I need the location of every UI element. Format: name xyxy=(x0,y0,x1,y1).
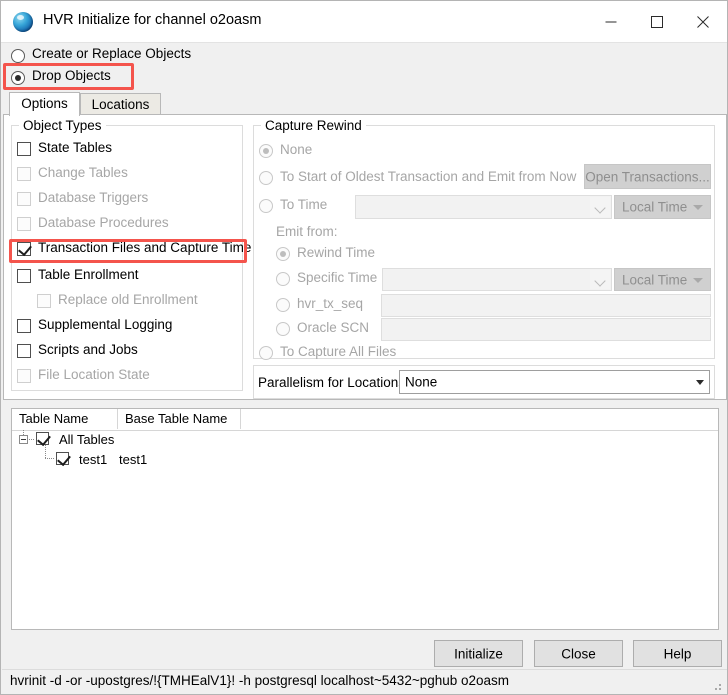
label-rewind-to-time: To Time xyxy=(280,197,328,212)
radio-emit-hvr-tx-seq xyxy=(276,298,290,312)
close-window-button[interactable] xyxy=(680,1,726,42)
emit-from-label: Emit from: xyxy=(276,224,338,239)
radio-drop-objects-label: Drop Objects xyxy=(32,68,111,83)
oracle-scn-input xyxy=(381,318,711,341)
initialize-button-label: Initialize xyxy=(454,646,503,661)
tab-options[interactable]: Options xyxy=(9,92,80,116)
label-file-location-state: File Location State xyxy=(38,367,150,382)
minimize-button[interactable] xyxy=(588,1,634,42)
radio-to-capture-all-files xyxy=(259,346,273,360)
checkbox-all-tables[interactable] xyxy=(36,432,49,445)
specific-time-chevron-down-icon xyxy=(590,270,610,289)
radio-emit-specific-time xyxy=(276,272,290,286)
label-rewind-none: None xyxy=(280,142,313,157)
to-time-timezone-chevron-down-icon xyxy=(693,205,703,210)
capture-rewind-group-title: Capture Rewind xyxy=(261,118,366,133)
open-transactions-button-label: Open Transactions... xyxy=(585,169,710,184)
checkbox-transaction-files-and-capture-time[interactable] xyxy=(17,242,31,256)
status-command-text: hvrinit -d -or -upostgres/!{TMHEalV1}! -… xyxy=(10,673,510,688)
radio-rewind-oldest-transaction xyxy=(259,171,273,185)
label-emit-specific-time: Specific Time xyxy=(297,270,378,285)
hvr-initialize-window: HVR Initialize for channel o2oasm Create… xyxy=(0,0,728,695)
checkbox-file-location-state xyxy=(17,369,31,383)
checkbox-database-procedures xyxy=(17,217,31,231)
label-rewind-oldest-transaction: To Start of Oldest Transaction and Emit … xyxy=(280,169,577,184)
tab-strip: Options Locations xyxy=(3,92,727,116)
label-database-procedures: Database Procedures xyxy=(38,215,169,230)
radio-drop-objects[interactable] xyxy=(11,71,25,85)
cell-table-name-all-tables: All Tables xyxy=(59,432,115,447)
checkbox-table-enrollment[interactable] xyxy=(17,269,31,283)
checkbox-database-triggers xyxy=(17,192,31,206)
object-types-group-title: Object Types xyxy=(19,118,106,133)
title-bar: HVR Initialize for channel o2oasm xyxy=(1,1,727,43)
parallelism-select[interactable]: None xyxy=(399,370,710,394)
help-button-label: Help xyxy=(663,646,692,661)
help-button[interactable]: Help xyxy=(633,640,722,667)
label-table-enrollment: Table Enrollment xyxy=(38,267,139,282)
window-title: HVR Initialize for channel o2oasm xyxy=(43,12,262,28)
parallelism-value: None xyxy=(405,374,438,390)
hvr-sphere-icon xyxy=(13,12,33,32)
radio-rewind-none xyxy=(259,144,273,158)
label-replace-old-enrollment: Replace old Enrollment xyxy=(58,292,198,307)
label-to-capture-all-files: To Capture All Files xyxy=(280,344,397,359)
label-change-tables: Change Tables xyxy=(38,165,128,180)
status-bar: hvrinit -d -or -upostgres/!{TMHEalV1}! -… xyxy=(2,669,727,694)
table-list[interactable]: Table Name Base Table Name All Tables te… xyxy=(11,408,719,630)
radio-emit-rewind-time xyxy=(276,247,290,261)
tab-locations[interactable]: Locations xyxy=(80,93,161,115)
radio-create-or-replace[interactable] xyxy=(11,49,25,63)
resize-grip-icon[interactable] xyxy=(711,680,722,691)
checkbox-state-tables[interactable] xyxy=(17,142,31,156)
label-supplemental-logging: Supplemental Logging xyxy=(38,317,173,332)
radio-emit-oracle-scn xyxy=(276,322,290,336)
hvr-tx-seq-input xyxy=(381,294,711,317)
label-state-tables: State Tables xyxy=(38,140,113,155)
maximize-button[interactable] xyxy=(634,1,680,42)
label-transaction-files-and-capture-time: Transaction Files and Capture Time xyxy=(38,240,252,255)
specific-time-timezone-chevron-down-icon xyxy=(693,277,703,283)
table-list-header: Table Name Base Table Name xyxy=(12,409,718,431)
specific-time-timezone-select: Local Time xyxy=(614,268,711,291)
specific-time-input xyxy=(382,268,612,291)
column-header-base-table-name[interactable]: Base Table Name xyxy=(118,409,241,429)
to-time-chevron-down-icon xyxy=(590,197,610,217)
parallelism-label: Parallelism for Locations xyxy=(258,375,406,390)
open-transactions-button: Open Transactions... xyxy=(584,164,711,189)
checkbox-supplemental-logging[interactable] xyxy=(17,319,31,333)
close-button[interactable]: Close xyxy=(534,640,623,667)
specific-time-timezone-value: Local Time xyxy=(622,272,688,287)
cell-base-table-name-test1: test1 xyxy=(119,452,148,467)
parallelism-chevron-down-icon[interactable] xyxy=(690,371,709,393)
cell-table-name-test1: test1 xyxy=(79,452,108,467)
checkbox-test1[interactable] xyxy=(56,452,69,465)
label-database-triggers: Database Triggers xyxy=(38,190,149,205)
column-header-filler xyxy=(241,409,718,429)
tree-expander-all-tables[interactable] xyxy=(19,435,28,444)
radio-create-or-replace-label: Create or Replace Objects xyxy=(32,46,192,61)
checkbox-change-tables xyxy=(17,167,31,181)
checkbox-replace-old-enrollment xyxy=(37,294,51,308)
radio-rewind-to-time xyxy=(259,199,273,213)
to-time-timezone-value: Local Time xyxy=(622,199,688,215)
label-scripts-and-jobs: Scripts and Jobs xyxy=(38,342,138,357)
label-emit-hvr-tx-seq: hvr_tx_seq xyxy=(297,296,364,311)
close-button-label: Close xyxy=(561,646,596,661)
to-time-input xyxy=(355,195,612,219)
initialize-button[interactable]: Initialize xyxy=(434,640,523,667)
label-emit-rewind-time: Rewind Time xyxy=(297,245,376,260)
column-header-table-name[interactable]: Table Name xyxy=(12,409,118,429)
label-emit-oracle-scn: Oracle SCN xyxy=(297,320,370,335)
to-time-timezone-select: Local Time xyxy=(614,195,711,219)
checkbox-scripts-and-jobs[interactable] xyxy=(17,344,31,358)
